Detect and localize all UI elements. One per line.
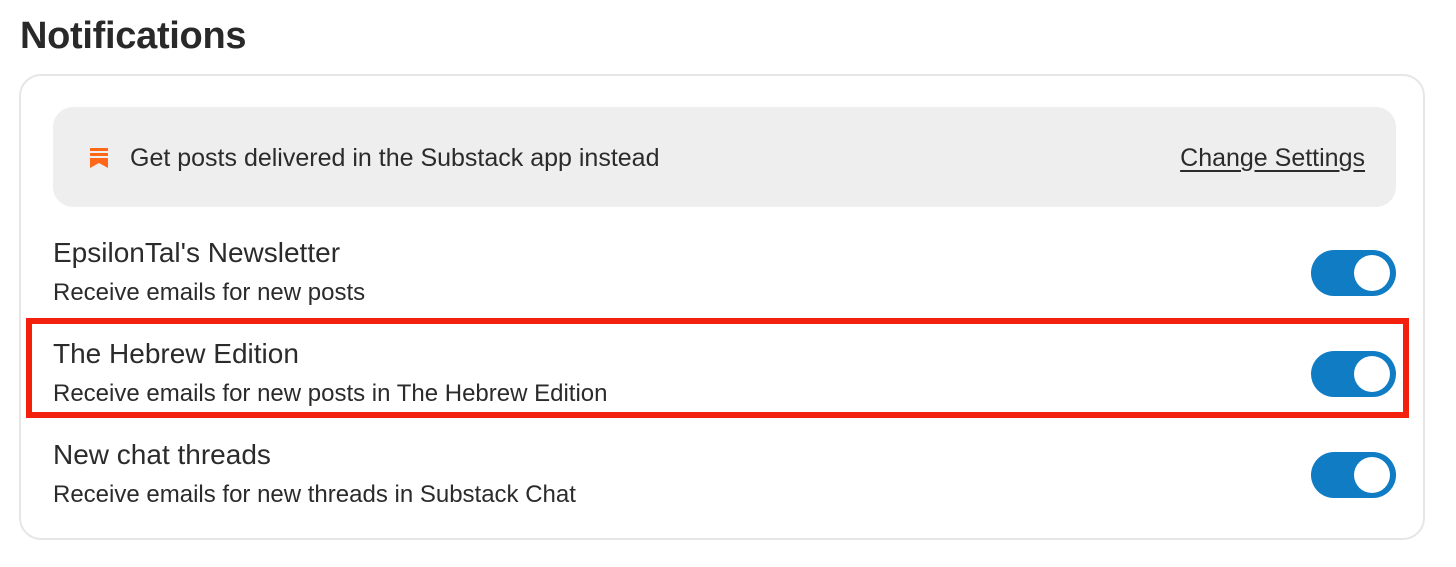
setting-title: The Hebrew Edition xyxy=(53,338,299,369)
substack-bookmark-icon xyxy=(90,148,108,168)
toggle-knob xyxy=(1354,356,1390,392)
page-title: Notifications xyxy=(20,15,247,57)
setting-title: New chat threads xyxy=(53,439,271,470)
setting-row-hebrew-edition: The Hebrew Edition Receive emails for ne… xyxy=(53,337,1396,417)
notifications-card: Get posts delivered in the Substack app … xyxy=(19,74,1425,540)
toggle-knob xyxy=(1354,457,1390,493)
setting-row-epsilontal-newsletter: EpsilonTal's Newsletter Receive emails f… xyxy=(53,236,1396,316)
chat-threads-email-toggle[interactable] xyxy=(1311,452,1396,498)
setting-subtitle: Receive emails for new posts xyxy=(53,279,366,306)
setting-subtitle: Receive emails for new posts in The Hebr… xyxy=(53,380,608,407)
banner-text: Get posts delivered in the Substack app … xyxy=(130,144,660,172)
change-settings-link[interactable]: Change Settings xyxy=(1180,143,1365,173)
setting-subtitle: Receive emails for new threads in Substa… xyxy=(53,481,576,508)
hebrew-edition-email-toggle[interactable] xyxy=(1311,351,1396,397)
newsletter-email-toggle[interactable] xyxy=(1311,250,1396,296)
toggle-knob xyxy=(1354,255,1390,291)
setting-title: EpsilonTal's Newsletter xyxy=(53,237,341,268)
substack-app-banner: Get posts delivered in the Substack app … xyxy=(53,107,1396,207)
setting-row-chat-threads: New chat threads Receive emails for new … xyxy=(53,438,1396,518)
